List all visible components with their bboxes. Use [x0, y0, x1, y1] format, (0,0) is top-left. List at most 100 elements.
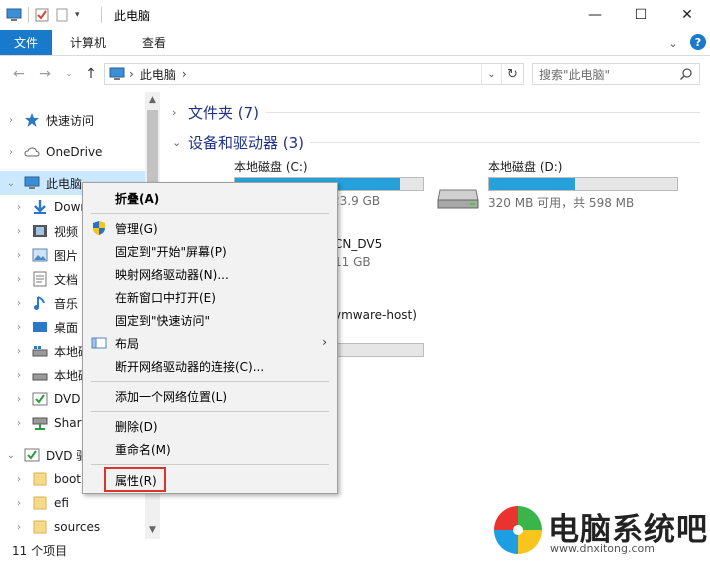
- scroll-up-icon[interactable]: ▲: [145, 92, 160, 108]
- search-icon[interactable]: [679, 67, 693, 81]
- menu-separator: [91, 464, 329, 465]
- nav-item-sources[interactable]: › sources: [0, 515, 145, 539]
- chevron-right-icon[interactable]: ›: [6, 115, 16, 126]
- menu-item-collapse[interactable]: 折叠(A): [83, 187, 337, 209]
- menu-separator: [91, 411, 329, 412]
- menu-item-pin-quick-access[interactable]: 固定到"快速访问": [83, 309, 337, 331]
- search-placeholder: 搜索"此电脑": [539, 67, 611, 82]
- chevron-right-icon[interactable]: ›: [14, 250, 24, 261]
- drive-d-name[interactable]: 本地磁盘 (D:): [488, 158, 562, 175]
- recent-chevron-icon[interactable]: ⌄: [60, 65, 78, 83]
- expand-ribbon-icon[interactable]: ⌄: [664, 34, 682, 52]
- network-location-name[interactable]: vmware-host): [334, 308, 417, 322]
- watermark-url: www.dnxitong.com: [550, 542, 655, 555]
- download-icon: [32, 199, 48, 215]
- group-devices[interactable]: ⌄ 设备和驱动器 (3): [172, 132, 304, 153]
- chevron-right-icon[interactable]: ›: [14, 474, 24, 485]
- menu-item-map-network-drive[interactable]: 映射网络驱动器(N)...: [83, 263, 337, 285]
- back-icon[interactable]: ←: [10, 65, 28, 83]
- drive-icon: [32, 343, 48, 359]
- nav-item-label: 此电脑: [46, 176, 83, 191]
- chevron-right-icon[interactable]: ›: [14, 498, 24, 509]
- menu-item-disconnect-network-drive[interactable]: 断开网络驱动器的连接(C)...: [83, 355, 337, 377]
- menu-separator: [91, 381, 329, 382]
- drive-d-bar: [488, 177, 678, 191]
- close-icon: ✕: [681, 7, 693, 23]
- chevron-right-icon[interactable]: ›: [14, 226, 24, 237]
- refresh-icon[interactable]: ↻: [501, 64, 523, 84]
- menu-item-rename[interactable]: 重命名(M): [83, 438, 337, 460]
- dvd-drive-name[interactable]: CN_DV5: [334, 237, 382, 251]
- breadcrumb-separator: ›: [181, 67, 187, 81]
- tab-file[interactable]: 文件: [0, 30, 53, 55]
- nav-item-efi[interactable]: › efi: [0, 491, 145, 515]
- group-label: 设备和驱动器 (3): [188, 134, 305, 152]
- document-icon: [32, 271, 48, 287]
- help-icon[interactable]: ?: [690, 34, 706, 50]
- properties-highlight-box: [104, 467, 166, 492]
- chevron-down-icon[interactable]: ⌄: [172, 136, 182, 149]
- chevron-right-icon[interactable]: ›: [14, 322, 24, 333]
- chevron-right-icon[interactable]: ›: [14, 418, 24, 429]
- scroll-down-icon[interactable]: ▼: [145, 522, 160, 538]
- title-bar: ▾ 此电脑 — ☐ ✕: [0, 0, 710, 30]
- desktop-icon: [32, 319, 48, 335]
- folder-icon: [32, 519, 48, 535]
- address-dropdown-icon[interactable]: ⌄: [481, 64, 501, 84]
- cloud-icon: [24, 144, 40, 160]
- nav-item-label: 视频: [54, 224, 79, 239]
- hard-drive-icon: [437, 189, 479, 209]
- close-button[interactable]: ✕: [664, 0, 710, 30]
- chevron-right-icon[interactable]: ›: [14, 298, 24, 309]
- menu-item-label: 重命名(M): [115, 442, 171, 457]
- chevron-right-icon[interactable]: ›: [14, 274, 24, 285]
- folder-icon: [32, 495, 48, 511]
- drive-c-name[interactable]: 本地磁盘 (C:): [234, 158, 308, 175]
- tab-computer[interactable]: 计算机: [52, 30, 124, 55]
- chevron-right-icon[interactable]: ›: [6, 147, 16, 158]
- computer-icon: [109, 67, 125, 84]
- watermark: 电脑系统吧 www.dnxitong.com: [486, 498, 710, 561]
- dvd-icon: [24, 447, 40, 463]
- breadcrumb-this-pc[interactable]: 此电脑: [140, 66, 176, 83]
- folder-icon: [32, 471, 48, 487]
- chevron-down-icon[interactable]: ▾: [75, 8, 89, 22]
- menu-item-open-new-window[interactable]: 在新窗口中打开(E): [83, 286, 337, 308]
- computer-icon: [24, 175, 40, 191]
- group-divider: [310, 142, 700, 143]
- watermark-logo-icon: [494, 506, 542, 554]
- maximize-button[interactable]: ☐: [618, 0, 664, 30]
- chevron-right-icon[interactable]: ›: [14, 522, 24, 533]
- properties-quick-icon[interactable]: [35, 8, 49, 22]
- menu-item-label: 固定到"开始"屏幕(P): [115, 244, 227, 259]
- chevron-right-icon[interactable]: ›: [172, 106, 182, 119]
- menu-item-manage[interactable]: 管理(G): [83, 217, 337, 239]
- chevron-right-icon[interactable]: ›: [14, 394, 24, 405]
- menu-item-add-network-location[interactable]: 添加一个网络位置(L): [83, 385, 337, 407]
- nav-item-label: 图片: [54, 248, 79, 263]
- minimize-button[interactable]: —: [572, 0, 618, 30]
- nav-item-label: OneDrive: [46, 145, 103, 159]
- chevron-right-icon[interactable]: ›: [14, 370, 24, 381]
- star-icon: [24, 112, 40, 128]
- address-bar[interactable]: › 此电脑 › ⌄ ↻: [104, 63, 524, 85]
- search-input[interactable]: 搜索"此电脑": [532, 63, 700, 85]
- menu-item-label: 添加一个网络位置(L): [115, 389, 228, 404]
- chevron-down-icon[interactable]: ⌄: [6, 178, 16, 189]
- menu-item-label: 管理(G): [115, 221, 158, 236]
- tab-view[interactable]: 查看: [124, 30, 184, 55]
- menu-item-pin-start[interactable]: 固定到"开始"屏幕(P): [83, 240, 337, 262]
- menu-separator: [91, 213, 329, 214]
- up-icon[interactable]: ↑: [82, 65, 100, 83]
- nav-item-onedrive[interactable]: › OneDrive: [0, 140, 145, 164]
- chevron-down-icon[interactable]: ⌄: [6, 450, 16, 461]
- chevron-right-icon[interactable]: ›: [14, 202, 24, 213]
- menu-item-delete[interactable]: 删除(D): [83, 415, 337, 437]
- nav-item-quick-access[interactable]: › 快速访问: [0, 108, 145, 132]
- group-folders[interactable]: › 文件夹 (7): [172, 102, 259, 123]
- drive-c-capacity: 23.9 GB: [332, 194, 381, 208]
- forward-icon[interactable]: →: [36, 65, 54, 83]
- menu-item-layout[interactable]: 布局 ›: [83, 332, 337, 354]
- new-folder-quick-icon[interactable]: [55, 8, 69, 22]
- chevron-right-icon[interactable]: ›: [14, 346, 24, 357]
